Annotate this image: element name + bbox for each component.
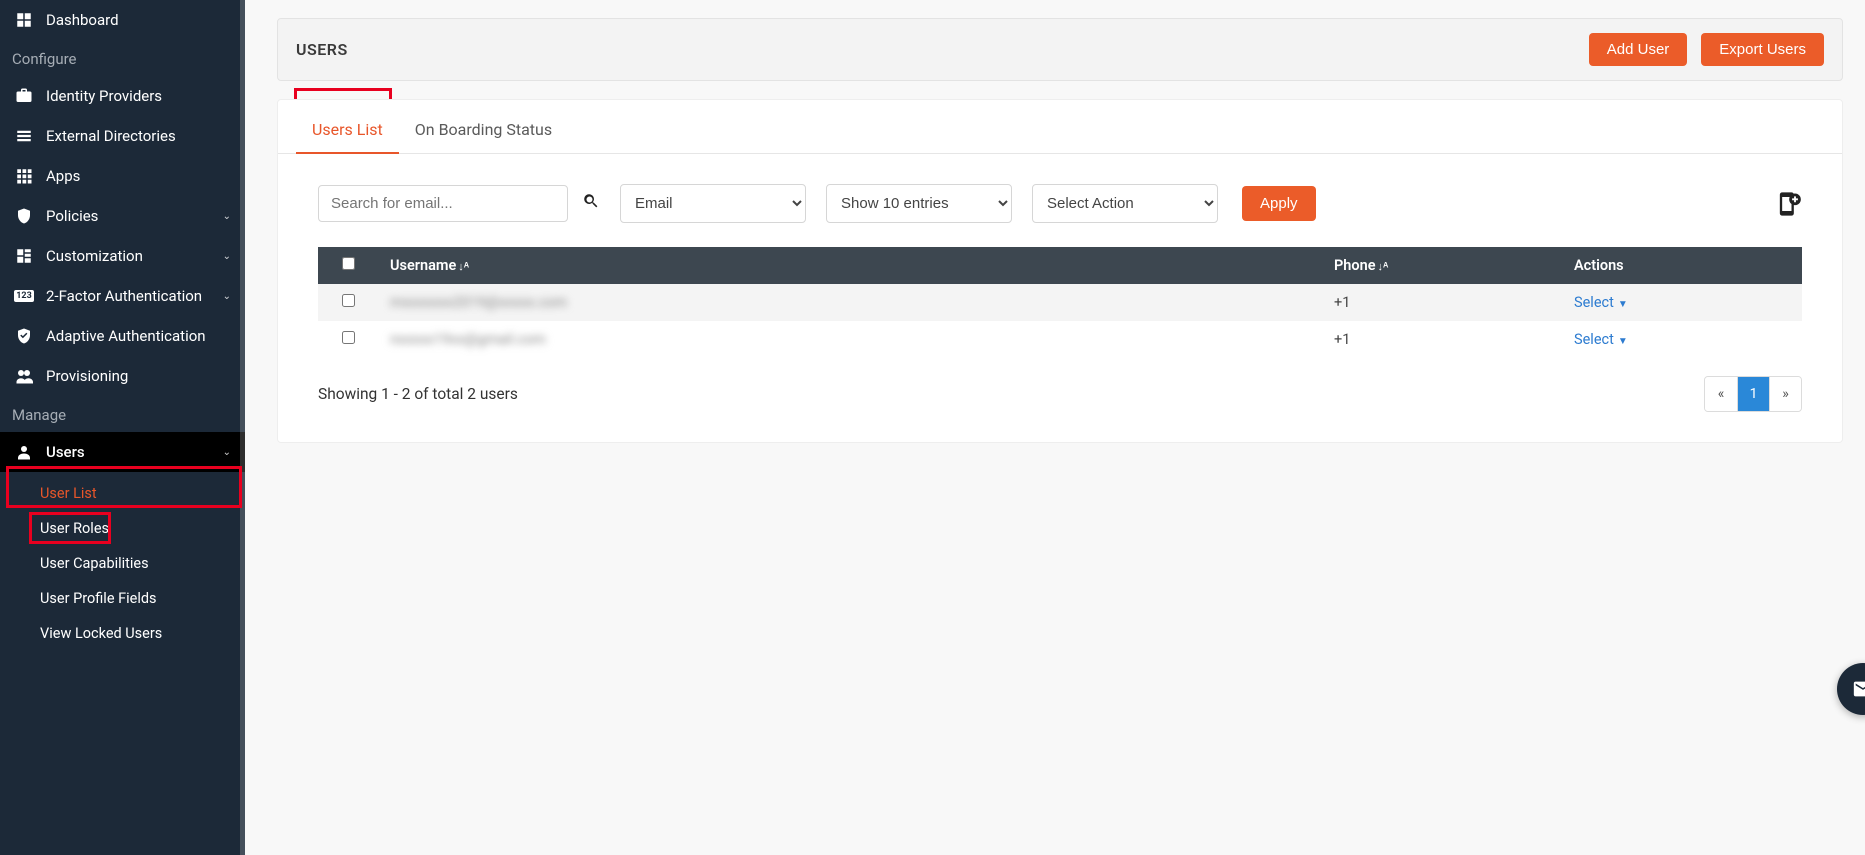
sidebar-item-label: Apps [46,167,231,185]
search-icon[interactable] [582,192,600,215]
tab-onboarding-status[interactable]: On Boarding Status [399,100,568,153]
tabs: Users List On Boarding Status [278,100,1842,154]
sidebar-item-label: Customization [46,247,211,265]
pagination: « 1 » [1704,376,1802,412]
sidebar-item-label: Users [46,443,211,461]
floating-action-button[interactable] [1837,663,1865,715]
provisioning-icon [14,366,34,386]
sidebar-item-label: Policies [46,207,211,225]
bulk-action-select[interactable]: Select Action [1032,184,1218,223]
search-group [318,185,600,222]
row-action-label: Select [1574,294,1614,311]
row-action-select[interactable]: Select ▼ [1574,294,1628,311]
sidebar: Dashboard Configure Identity Providers E… [0,0,245,855]
page-prev[interactable]: « [1705,377,1737,411]
row-checkbox[interactable] [342,331,355,344]
row-action-label: Select [1574,331,1614,348]
customize-icon [14,246,34,266]
col-phone[interactable]: Phone↓ᴬ [1322,247,1562,284]
search-input[interactable] [318,185,568,222]
cell-phone: +1 [1334,331,1350,348]
sidebar-subitem-user-capabilities[interactable]: User Capabilities [0,546,245,581]
page-title: USERS [296,40,348,59]
cell-username: nxxxxx19xx@gmail.com [390,331,546,348]
col-label: Username [390,257,456,274]
sidebar-subitem-user-profile-fields[interactable]: User Profile Fields [0,581,245,616]
sidebar-item-adaptive-auth[interactable]: Adaptive Authentication [0,316,245,356]
row-action-select[interactable]: Select ▼ [1574,331,1628,348]
page-number[interactable]: 1 [1737,377,1769,411]
add-user-button[interactable]: Add User [1589,33,1688,66]
shield-check-icon [14,326,34,346]
table-row: nxxxxx19xx@gmail.com +1 Select ▼ [318,321,1802,358]
page-size-select[interactable]: Show 10 entries [826,184,1012,223]
tab-users-list[interactable]: Users List [296,100,399,153]
apps-grid-icon [14,166,34,186]
sidebar-item-identity-providers[interactable]: Identity Providers [0,76,245,116]
cell-username: mxxxxxxx2019@xxxxx.com [390,294,567,311]
sidebar-item-provisioning[interactable]: Provisioning [0,356,245,396]
user-icon [14,442,34,462]
sidebar-subitem-user-roles[interactable]: User Roles [0,511,245,546]
table-wrap: Username↓ᴬ Phone↓ᴬ Actions mxxxxxxx2019@… [278,247,1842,358]
sidebar-item-apps[interactable]: Apps [0,156,245,196]
sidebar-item-label: Adaptive Authentication [46,327,231,345]
toolbar: Email Show 10 entries Select Action Appl… [278,154,1842,247]
col-label: Phone [1334,257,1376,274]
sidebar-item-external-directories[interactable]: External Directories [0,116,245,156]
sidebar-section-configure: Configure [0,40,245,76]
col-actions: Actions [1562,247,1802,284]
select-all-checkbox[interactable] [342,257,355,270]
header-actions: Add User Export Users [1589,33,1824,66]
sidebar-item-label: External Directories [46,127,231,145]
col-label: Actions [1574,257,1624,274]
table-footer: Showing 1 - 2 of total 2 users « 1 » [278,358,1842,412]
sort-icon: ↓ᴬ [1378,260,1389,273]
sidebar-item-two-factor[interactable]: 123 2-Factor Authentication ⌄ [0,276,245,316]
sidebar-sub-users: User List User Roles User Capabilities U… [0,472,245,659]
sidebar-item-label: 2-Factor Authentication [46,287,211,305]
content-card: Users List On Boarding Status Email Show… [277,99,1843,443]
list-icon [14,126,34,146]
id-card-icon [14,86,34,106]
row-checkbox[interactable] [342,294,355,307]
apply-button[interactable]: Apply [1242,186,1316,221]
caret-down-icon: ▼ [1618,336,1628,347]
sidebar-item-customization[interactable]: Customization ⌄ [0,236,245,276]
export-users-button[interactable]: Export Users [1701,33,1824,66]
page-next[interactable]: » [1769,377,1801,411]
users-table: Username↓ᴬ Phone↓ᴬ Actions mxxxxxxx2019@… [318,247,1802,358]
chevron-down-icon: ⌄ [223,251,231,262]
sidebar-section-manage: Manage [0,396,245,432]
sidebar-item-dashboard[interactable]: Dashboard [0,0,245,40]
chevron-down-icon: ⌄ [223,291,231,302]
sidebar-subitem-user-list[interactable]: User List [0,476,245,511]
caret-down-icon: ▼ [1618,299,1628,310]
chevron-down-icon: ⌄ [223,447,231,458]
sidebar-item-label: Dashboard [46,11,231,29]
sidebar-item-label: Provisioning [46,367,231,385]
add-device-icon[interactable] [1774,190,1802,218]
sidebar-item-policies[interactable]: Policies ⌄ [0,196,245,236]
filter-field-select[interactable]: Email [620,184,806,223]
sort-icon: ↓ᴬ [458,260,469,273]
dashboard-icon [14,10,34,30]
table-row: mxxxxxxx2019@xxxxx.com +1 Select ▼ [318,284,1802,321]
page-header: USERS Add User Export Users [277,18,1843,81]
two-factor-icon: 123 [14,286,34,306]
col-username[interactable]: Username↓ᴬ [378,247,1322,284]
chevron-down-icon: ⌄ [223,211,231,222]
col-select-all [318,247,378,284]
sidebar-item-label: Identity Providers [46,87,231,105]
sidebar-subitem-view-locked-users[interactable]: View Locked Users [0,616,245,651]
result-summary: Showing 1 - 2 of total 2 users [318,385,518,403]
cell-phone: +1 [1334,294,1350,311]
main-content: USERS Add User Export Users Users List O… [245,0,1865,855]
sidebar-item-users[interactable]: Users ⌄ [0,432,245,472]
shield-icon [14,206,34,226]
